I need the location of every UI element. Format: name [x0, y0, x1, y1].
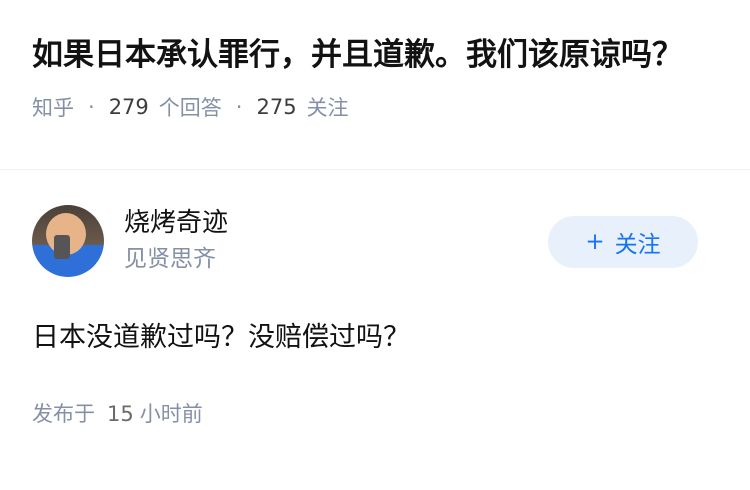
- followers-count: 275: [256, 95, 297, 119]
- author-info: 烧烤奇迹 见贤思齐: [124, 206, 228, 276]
- published-unit: 小时前: [139, 402, 203, 426]
- answers-count: 279: [108, 95, 149, 119]
- meta-separator: ·: [235, 95, 243, 119]
- follow-button[interactable]: + 关注: [548, 216, 698, 268]
- source-label[interactable]: 知乎: [32, 92, 74, 122]
- question-meta: 知乎 · 279 个回答 · 275 关注: [32, 92, 718, 122]
- followers-label: 关注: [306, 96, 349, 120]
- author-bio: 见贤思齐: [124, 246, 216, 272]
- avatar-camera-icon: [54, 235, 70, 259]
- published-number: 15: [107, 402, 134, 426]
- answers-label[interactable]: 个回答: [159, 92, 222, 122]
- answer-card: 烧烤奇迹 见贤思齐 + 关注 日本没道歉过吗？没赔偿过吗？ 发布于 15 小时前: [0, 170, 750, 428]
- answer-content[interactable]: 日本没道歉过吗？没赔偿过吗？: [32, 318, 718, 358]
- question-header: 如果日本承认罪行，并且道歉。我们该原谅吗？ 知乎 · 279 个回答 · 275…: [0, 0, 750, 170]
- author-row: 烧烤奇迹 见贤思齐 + 关注: [32, 204, 718, 278]
- follow-button-label: 关注: [614, 232, 661, 258]
- plus-icon: +: [585, 229, 605, 255]
- answer-timestamp: 发布于 15 小时前: [32, 398, 718, 428]
- avatar[interactable]: [32, 205, 104, 277]
- published-label: 发布于: [32, 402, 95, 426]
- meta-separator: ·: [88, 95, 95, 119]
- author-name[interactable]: 烧烤奇迹: [124, 206, 228, 240]
- question-title[interactable]: 如果日本承认罪行，并且道歉。我们该原谅吗？: [32, 32, 718, 78]
